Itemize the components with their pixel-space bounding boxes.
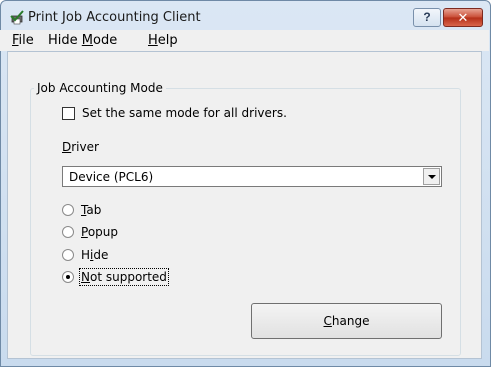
menu-help-rest: elp (157, 33, 178, 48)
driver-select-value: Device (PCL6) (69, 170, 154, 184)
same-mode-label[interactable]: Set the same mode for all drivers. (82, 106, 287, 120)
printer-check-icon (10, 10, 24, 25)
close-button[interactable]: ✕ (443, 8, 483, 27)
change-button[interactable]: Change (251, 303, 442, 339)
menu-file[interactable]: File (12, 33, 34, 48)
radio-popup[interactable] (62, 226, 74, 238)
radio-hide-pre: H (81, 248, 91, 262)
radio-popup-label[interactable]: Popup (81, 225, 118, 239)
menu-hide-mode[interactable]: Hide Mode (48, 33, 117, 48)
radio-not-supported-accel: N (81, 270, 90, 284)
menu-hide-mode-accel: M (81, 33, 93, 48)
help-button[interactable]: ? (413, 8, 441, 27)
radio-hide-rest: de (93, 248, 109, 262)
same-mode-checkbox[interactable] (62, 107, 75, 120)
menu-help-accel: H (148, 33, 158, 48)
chevron-down-icon[interactable] (423, 168, 440, 185)
radio-tab-label[interactable]: Tab (81, 203, 101, 217)
window-title: Print Job Accounting Client (28, 10, 201, 25)
radio-popup-rest: opup (87, 225, 118, 239)
radio-not-supported-rest: ot supported (89, 270, 167, 284)
group-title: Job Accounting Mode (34, 81, 166, 95)
menu-help[interactable]: Help (148, 33, 178, 48)
radio-hide-label[interactable]: Hide (81, 248, 108, 262)
menu-bar: File Hide Mode Help (0, 30, 489, 51)
driver-label-accel: D (62, 140, 72, 154)
radio-tab[interactable] (62, 204, 74, 216)
radio-tab-rest: ab (86, 203, 102, 217)
driver-label: Driver (62, 140, 99, 154)
driver-select[interactable]: Device (PCL6) (62, 166, 442, 187)
radio-popup-accel: P (81, 225, 88, 239)
menu-hide-mode-rest: ode (93, 33, 118, 48)
radio-not-supported[interactable] (62, 271, 74, 283)
driver-label-rest: river (71, 140, 99, 154)
change-button-rest: hange (331, 314, 370, 328)
title-bar[interactable]: Print Job Accounting Client ? ✕ (1, 1, 490, 33)
change-button-accel: C (323, 314, 332, 328)
menu-file-rest: ile (18, 33, 34, 48)
radio-hide[interactable] (62, 249, 74, 261)
menu-hide-mode-pre: Hide (48, 33, 82, 48)
radio-not-supported-label[interactable]: Not supported (79, 268, 169, 286)
